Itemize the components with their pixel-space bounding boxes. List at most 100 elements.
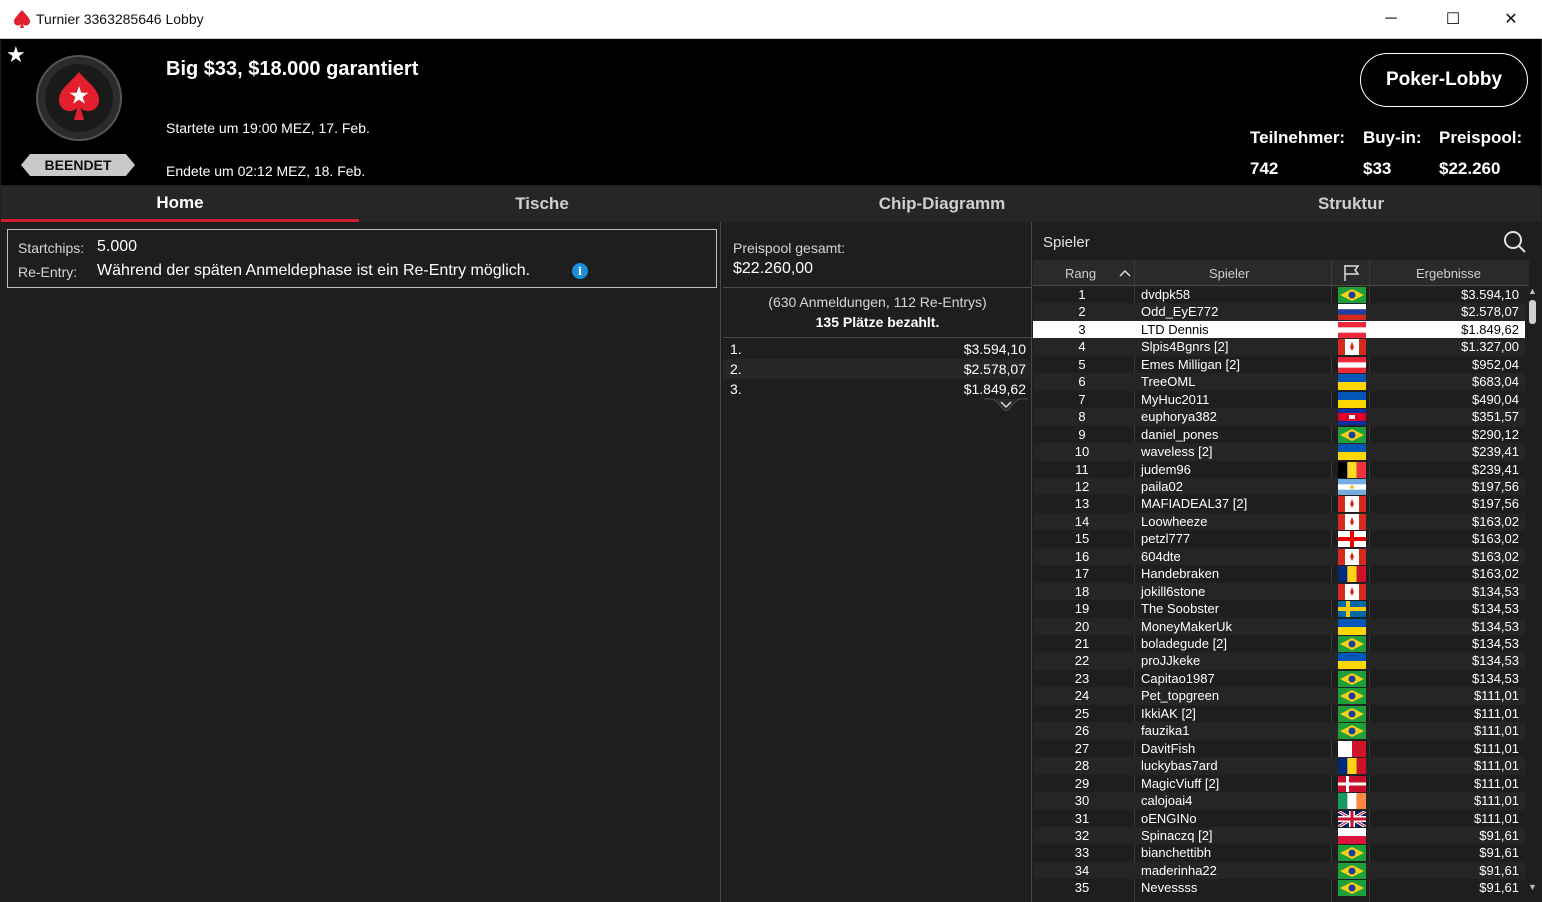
buyin-value: $33 — [1363, 159, 1392, 178]
players-list: 1 dvdpk58 $3.594,10 2 Odd_EyE772 $2.578,07 3 LT… — [1033, 286, 1529, 902]
player-rank: 27 — [1074, 740, 1090, 756]
close-button[interactable]: ✕ — [1488, 0, 1534, 38]
player-row[interactable]: 13 MAFIADEAL37 [2] $197,56 — [1033, 495, 1529, 513]
player-row[interactable]: 17 Handebraken $163,02 — [1033, 565, 1529, 583]
player-rank: 24 — [1074, 688, 1090, 704]
player-rank: 8 — [1078, 409, 1086, 425]
scrollbar-thumb[interactable] — [1529, 300, 1536, 324]
player-row[interactable]: 27 DavitFish $111,01 — [1033, 740, 1529, 758]
player-row[interactable]: 7 MyHuc2011 $490,04 — [1033, 391, 1529, 409]
player-row[interactable]: 29 MagicViuff [2] $111,01 — [1033, 775, 1529, 793]
country-flag-ca-icon — [1338, 339, 1366, 356]
tab-tables[interactable]: Tische — [363, 186, 721, 222]
player-row[interactable]: 25 IkkiAK [2] $111,01 — [1033, 705, 1529, 723]
prize-amount: $3.594,10 — [963, 341, 1026, 357]
prize-place: 1. — [730, 341, 742, 357]
column-rank[interactable]: Rang — [1065, 266, 1096, 281]
buyin-label: Buy-in: — [1363, 128, 1422, 147]
sort-ascending-icon[interactable] — [1118, 268, 1132, 278]
player-row[interactable]: 15 petzl777 $163,02 — [1033, 530, 1529, 548]
player-row[interactable]: 9 daniel_pones $290,12 — [1033, 426, 1529, 444]
player-row[interactable]: 20 MoneyMakerUk $134,53 — [1033, 617, 1529, 636]
tab-home[interactable]: Home — [1, 186, 359, 222]
player-row[interactable]: 19 The Soobster $134,53 — [1033, 600, 1529, 618]
prize-place: 3. — [730, 381, 742, 397]
player-rank: 31 — [1074, 810, 1090, 826]
player-result: $91,61 — [1479, 827, 1519, 843]
column-player[interactable]: Spieler — [1209, 266, 1249, 281]
column-results[interactable]: Ergebnisse — [1416, 266, 1481, 281]
player-row[interactable]: 22 proJJkeke $134,53 — [1033, 652, 1529, 670]
player-row[interactable]: 14 Loowheeze $163,02 — [1033, 512, 1529, 531]
participants-value: 742 — [1250, 159, 1279, 178]
player-row[interactable]: 16 604dte $163,02 — [1033, 547, 1529, 566]
window-title: Turnier 3363285646 Lobby — [36, 11, 204, 27]
country-flag-ua-icon — [1338, 653, 1366, 670]
player-row[interactable]: 21 boladegude [2] $134,53 — [1033, 635, 1529, 653]
minimize-button[interactable]: ─ — [1368, 0, 1414, 38]
country-flag-br-icon — [1338, 845, 1366, 862]
player-name: Pet_topgreen — [1141, 688, 1220, 704]
tab-bar: Home Tische Chip-Diagramm Struktur — [1, 186, 1541, 222]
maximize-button[interactable]: ☐ — [1430, 0, 1476, 38]
player-row[interactable]: 35 Nevessss $91,61 — [1033, 879, 1529, 897]
startchips-value: 5.000 — [97, 238, 138, 255]
reentry-value: Während der späten Anmeldephase ist ein … — [97, 262, 531, 279]
country-flag-br-icon — [1338, 705, 1366, 722]
player-row[interactable]: 26 fauzika1 $111,01 — [1033, 722, 1529, 740]
player-name: bianchettibh — [1141, 845, 1212, 861]
players-scrollbar[interactable]: ▲ ▼ — [1525, 286, 1541, 898]
player-row[interactable]: 6 TreeOML $683,04 — [1033, 373, 1529, 391]
end-time: Endete um 02:12 MEZ, 18. Feb. — [166, 163, 366, 179]
player-result: $134,53 — [1472, 618, 1519, 634]
player-row[interactable]: 4 Slpis4Bgnrs [2] $1.327,00 — [1033, 338, 1529, 356]
tournament-header: ★ BEENDET Big $33, $18.000 garantiert St… — [1, 39, 1541, 185]
player-row[interactable]: 8 euphorya382 $351,57 — [1033, 408, 1529, 426]
tournament-name: Big $33, $18.000 garantiert — [166, 58, 419, 80]
player-row[interactable]: 28 luckybas7ard $111,01 — [1033, 757, 1529, 775]
player-name: Capitao1987 — [1141, 670, 1215, 686]
player-row[interactable]: 3 LTD Dennis $1.849,62 — [1033, 320, 1529, 339]
player-result: $134,53 — [1472, 583, 1519, 599]
country-flag-ua-icon — [1338, 391, 1366, 408]
player-row[interactable]: 30 calojoai4 $111,01 — [1033, 792, 1529, 810]
favorite-star-icon[interactable]: ★ — [6, 42, 26, 68]
player-row[interactable]: 2 Odd_EyE772 $2.578,07 — [1033, 303, 1529, 321]
player-search-bar[interactable]: Spieler — [1033, 225, 1541, 258]
country-flag-br-icon — [1338, 688, 1366, 705]
player-row[interactable]: 10 waveless [2] $239,41 — [1033, 443, 1529, 461]
expand-prizes-chevron-icon[interactable] — [981, 398, 1031, 412]
scroll-down-icon[interactable]: ▼ — [1528, 882, 1537, 892]
player-row[interactable]: 5 Emes Milligan [2] $952,04 — [1033, 356, 1529, 374]
player-name: oENGINo — [1141, 810, 1197, 826]
player-row[interactable]: 33 bianchettibh $91,61 — [1033, 844, 1529, 862]
info-icon[interactable]: i — [572, 263, 588, 279]
player-result: $111,01 — [1473, 810, 1519, 826]
player-result: $163,02 — [1472, 566, 1519, 582]
player-name: Loowheeze — [1141, 513, 1208, 529]
country-flag-ua-icon — [1338, 444, 1366, 461]
player-row[interactable]: 12 paila02 $197,56 — [1033, 477, 1529, 496]
player-row[interactable]: 11 judem96 $239,41 — [1033, 461, 1529, 479]
player-row[interactable]: 18 jokill6stone $134,53 — [1033, 582, 1529, 601]
country-flag-br-icon — [1338, 670, 1366, 687]
player-row[interactable]: 31 oENGINo $111,01 — [1033, 810, 1529, 828]
player-row[interactable]: 32 Spinaczq [2] $91,61 — [1033, 826, 1529, 845]
player-row[interactable]: 23 Capitao1987 $134,53 — [1033, 670, 1529, 688]
home-panel: Startchips: 5.000 Re-Entry: Während der … — [1, 222, 721, 902]
tab-chip-chart[interactable]: Chip-Diagramm — [723, 186, 1161, 222]
country-flag-icon[interactable] — [1342, 264, 1362, 282]
country-flag-se-icon — [1338, 601, 1366, 618]
poker-lobby-button[interactable]: Poker-Lobby — [1360, 53, 1528, 107]
tab-structure[interactable]: Struktur — [1161, 186, 1541, 222]
scroll-up-icon[interactable]: ▲ — [1528, 286, 1537, 296]
search-icon[interactable] — [1503, 230, 1527, 254]
player-row[interactable]: 1 dvdpk58 $3.594,10 — [1033, 286, 1529, 304]
player-row[interactable]: 34 maderinha22 $91,61 — [1033, 861, 1529, 880]
player-row[interactable]: 24 Pet_topgreen $111,01 — [1033, 687, 1529, 705]
participants-label: Teilnehmer: — [1250, 128, 1346, 147]
player-result: $1.327,00 — [1461, 339, 1519, 355]
country-flag-be-icon — [1338, 461, 1366, 478]
player-result: $683,04 — [1472, 374, 1519, 390]
player-rank: 23 — [1074, 670, 1090, 686]
